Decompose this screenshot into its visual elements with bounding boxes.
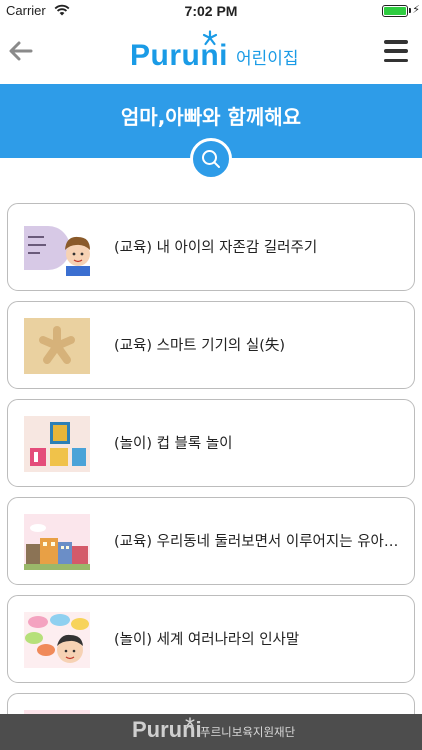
list-item[interactable]: (놀이) 세계 여러나라의 인사말 — [7, 595, 415, 683]
charging-bolt-icon: ⚡ — [412, 3, 420, 16]
list-item[interactable]: (교육) 우리동네 둘러보면서 이루어지는 유아 … — [7, 497, 415, 585]
app-logo: Puruni 어린이집 — [130, 30, 299, 74]
logo-star-icon — [202, 30, 218, 46]
arrow-left-icon — [9, 41, 33, 61]
clock: 7:02 PM — [184, 3, 238, 19]
article-title: (교육) 우리동네 둘러보면서 이루어지는 유아 … — [114, 534, 400, 550]
article-title: (놀이) 세계 여러나라의 인사말 — [114, 632, 300, 648]
article-thumbnail — [24, 416, 90, 472]
logo-subtitle: 어린이집 — [236, 49, 299, 69]
menu-button[interactable] — [384, 40, 408, 62]
search-button[interactable] — [190, 138, 232, 180]
list-item[interactable]: (교육) 내 아이의 자존감 길러주기 — [7, 203, 415, 291]
back-button[interactable] — [6, 36, 36, 66]
hamburger-line — [384, 49, 408, 53]
hamburger-menu-icon — [384, 40, 408, 44]
list-item[interactable]: (놀이) 컵 블록 놀이 — [7, 399, 415, 487]
footer-bar: Puruni 푸르니보육지원재단 — [0, 714, 422, 750]
hamburger-line — [384, 58, 408, 62]
status-bar: Carrier 7:02 PM ⚡ — [0, 0, 422, 22]
article-title: (놀이) 컵 블록 놀이 — [114, 436, 233, 452]
nav-bar: Puruni 어린이집 — [0, 22, 422, 84]
list-item[interactable]: (교육) 스마트 기기의 실(失) — [7, 301, 415, 389]
footer-org-name: 푸르니보육지원재단 — [200, 725, 296, 739]
article-thumbnail — [24, 514, 90, 570]
section-title: 엄마,아빠와 함께해요 — [120, 105, 302, 129]
article-title: (교육) 내 아이의 자존감 길러주기 — [114, 240, 318, 256]
battery-cap — [409, 8, 411, 13]
footer-star-icon — [185, 717, 195, 727]
battery-icon — [382, 5, 408, 17]
article-title: (교육) 스마트 기기의 실(失) — [114, 338, 286, 354]
article-thumbnail — [24, 612, 90, 668]
article-thumbnail — [24, 318, 90, 374]
article-thumbnail — [24, 220, 90, 276]
search-icon — [202, 150, 220, 168]
